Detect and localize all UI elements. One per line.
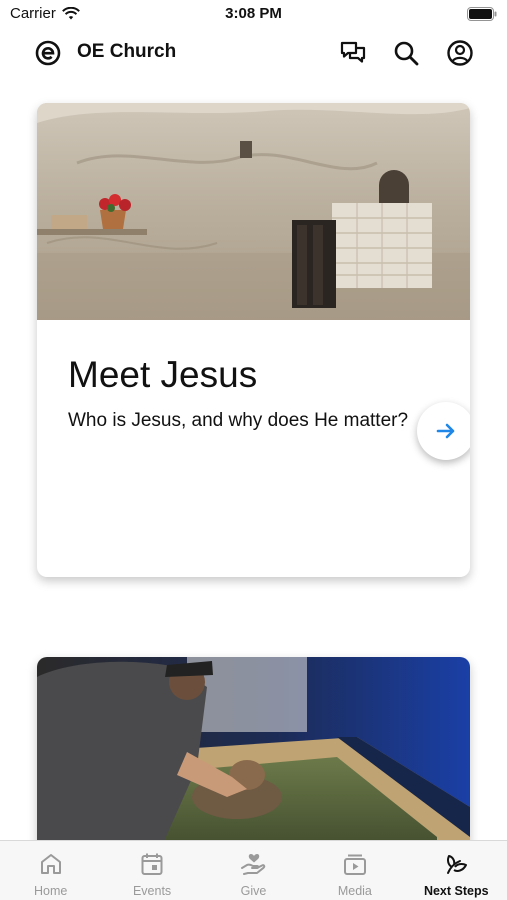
tab-events[interactable]: Events: [101, 841, 202, 900]
card-title: Meet Jesus: [68, 354, 258, 395]
open-step-button[interactable]: [417, 402, 470, 460]
next-step-card[interactable]: Meet Jesus Who is Jesus, and why does He…: [37, 103, 470, 577]
battery-icon: [467, 7, 497, 21]
status-bar: Carrier 3:08 PM: [0, 0, 507, 28]
tab-label: Home: [34, 884, 68, 898]
tab-give[interactable]: Give: [203, 841, 304, 900]
chat-icon[interactable]: [339, 39, 367, 67]
card-subtitle: Who is Jesus, and why does He matter?: [68, 410, 409, 431]
calendar-icon: [141, 853, 163, 875]
account-icon[interactable]: [446, 39, 474, 67]
leaf-icon: [447, 855, 468, 874]
status-time: 3:08 PM: [225, 5, 282, 22]
give-icon: [241, 854, 266, 875]
media-icon: [343, 854, 366, 875]
tab-media[interactable]: Media: [304, 841, 405, 900]
card-image: [37, 103, 470, 320]
next-step-card[interactable]: [37, 657, 470, 857]
home-icon: [40, 854, 61, 874]
app-title: OE Church: [77, 41, 177, 62]
tab-next-steps[interactable]: Next Steps: [406, 841, 507, 900]
arrow-right-icon: [436, 423, 455, 439]
tab-bar: Home Events Give Media Next Steps: [0, 840, 507, 900]
tab-label: Give: [240, 884, 267, 898]
tab-label: Next Steps: [423, 884, 489, 898]
logo-icon: [35, 40, 61, 66]
card-image: [37, 657, 470, 857]
tab-label: Events: [132, 884, 172, 898]
tab-label: Media: [337, 884, 372, 898]
tab-home[interactable]: Home: [0, 841, 101, 900]
app-header: OE Church: [0, 30, 507, 76]
search-icon[interactable]: [392, 39, 420, 67]
